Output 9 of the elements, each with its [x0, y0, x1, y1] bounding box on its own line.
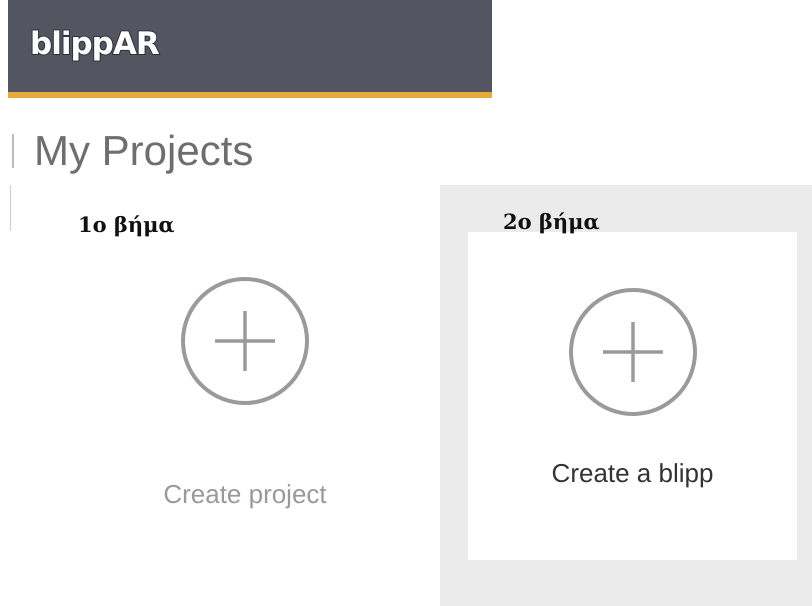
card-label: Create a blipp	[552, 458, 714, 488]
create-card[interactable]: Create a blipp	[468, 232, 797, 560]
plus-circle-icon	[568, 287, 698, 417]
step-label: 1o βήμα	[78, 212, 175, 238]
step-label: 2o βήμα	[503, 209, 600, 235]
plus-circle-icon	[180, 276, 310, 406]
logo[interactable]: blippAR	[30, 24, 159, 64]
card-label: Create project	[163, 479, 327, 509]
page-title: My Projects	[34, 126, 254, 176]
